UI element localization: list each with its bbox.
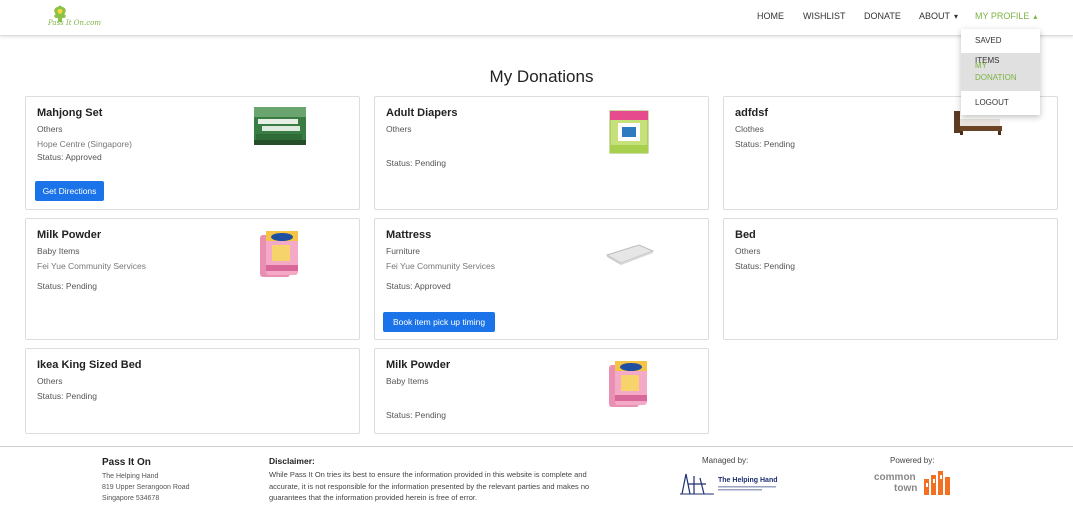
disclaimer-text: While Pass It On tries its best to ensur…: [269, 470, 590, 502]
item-name: Bed: [735, 229, 756, 241]
nav-about[interactable]: ABOUT ▾: [919, 11, 958, 21]
menu-item-my-donation[interactable]: MY DONATION: [961, 53, 1040, 91]
item-status: Status: Pending: [37, 281, 98, 291]
item-name: Mahjong Set: [37, 107, 103, 119]
item-category: Others: [386, 124, 412, 134]
footer-brand: Pass It On: [102, 457, 151, 468]
mattress-image: [605, 244, 655, 265]
donation-card: Ikea King Sized Bed Others Status: Pendi…: [25, 348, 360, 434]
helping-hand-logo[interactable]: The Helping Hand: [680, 470, 780, 496]
donation-card: Milk Powder Baby Items Status: Pending: [374, 348, 709, 434]
book-pickup-button[interactable]: Book item pick up timing: [383, 312, 495, 332]
item-status: Status: Approved: [386, 281, 451, 291]
donation-card: Milk Powder Baby Items Fei Yue Community…: [25, 218, 360, 340]
item-status: Status: Pending: [386, 158, 447, 168]
profile-dropdown-menu: SAVED ITEMS MY DONATION LOGOUT: [961, 29, 1040, 115]
menu-item-saved-items[interactable]: SAVED ITEMS: [961, 29, 1040, 65]
item-name: Adult Diapers: [386, 107, 458, 119]
commontown-logo-text-2: town: [894, 483, 917, 494]
donation-card: Mahjong Set Others Hope Centre (Singapor…: [25, 96, 360, 210]
item-category: Furniture: [386, 246, 421, 256]
item-name: adfdsf: [735, 107, 768, 119]
item-organisation: Fei Yue Community Services: [37, 261, 146, 271]
nav-donate[interactable]: DONATE: [864, 11, 901, 21]
footer-address-line: The Helping Hand: [102, 473, 159, 480]
menu-item-my-donation-line1: MY: [975, 61, 987, 70]
nav-wishlist[interactable]: WISHLIST: [803, 11, 846, 21]
logo-text: Pass It On.com: [48, 19, 102, 27]
mahjong-set-image: [254, 107, 306, 145]
donation-card: Mattress Furniture Fei Yue Community Ser…: [374, 218, 709, 340]
commontown-logo[interactable]: common town: [872, 469, 958, 497]
footer: Pass It On The Helping Hand 819 Upper Se…: [0, 446, 1073, 526]
item-category: Others: [37, 376, 63, 386]
nav-my-profile-label: MY PROFILE: [975, 11, 1030, 21]
item-category: Others: [37, 124, 63, 134]
menu-item-my-donation-line2: DONATION: [975, 73, 1017, 82]
item-status: Status: Pending: [735, 139, 796, 149]
item-category: Clothes: [735, 124, 764, 134]
donation-card: Bed Others Status: Pending: [723, 218, 1058, 340]
item-category: Others: [735, 246, 761, 256]
item-organisation: Hope Centre (Singapore): [37, 139, 132, 149]
top-navbar: Pass It On.com HOME WISHLIST DONATE ABOU…: [0, 0, 1073, 36]
page-title: My Donations: [489, 67, 594, 86]
get-directions-button[interactable]: Get Directions: [35, 181, 104, 201]
item-category: Baby Items: [37, 246, 80, 256]
powered-by-label: Powered by:: [890, 456, 935, 465]
item-status: Status: Approved: [37, 152, 102, 162]
footer-address-line: Singapore 534678: [102, 495, 160, 502]
menu-item-logout[interactable]: LOGOUT: [961, 91, 1040, 115]
donation-card: Adult Diapers Others Status: Pending: [374, 96, 709, 210]
milk-powder-image: [260, 231, 298, 277]
item-name: Ikea King Sized Bed: [37, 359, 142, 371]
managed-by-label: Managed by:: [702, 456, 749, 465]
item-name: Mattress: [386, 229, 432, 241]
item-status: Status: Pending: [386, 410, 447, 420]
nav-home[interactable]: HOME: [757, 11, 784, 21]
commontown-logo-text-1: common: [874, 472, 916, 483]
pass-it-on-logo[interactable]: [44, 4, 108, 32]
item-category: Baby Items: [386, 376, 429, 386]
chevron-down-icon: ▾: [954, 12, 959, 21]
item-name: Milk Powder: [37, 229, 102, 241]
milk-powder-image: [609, 361, 647, 407]
item-organisation: Fei Yue Community Services: [386, 261, 495, 271]
chevron-up-icon: ▴: [1033, 12, 1038, 21]
nav-about-label: ABOUT: [919, 11, 951, 21]
item-status: Status: Pending: [735, 261, 796, 271]
nav-my-profile[interactable]: MY PROFILE ▴: [975, 11, 1037, 21]
adult-diapers-image: [609, 110, 649, 154]
item-status: Status: Pending: [37, 391, 98, 401]
disclaimer-title: Disclaimer:: [269, 456, 315, 466]
helping-hand-logo-text: The Helping Hand: [718, 477, 778, 484]
footer-address-line: 819 Upper Serangoon Road: [102, 484, 190, 491]
item-name: Milk Powder: [386, 359, 451, 371]
